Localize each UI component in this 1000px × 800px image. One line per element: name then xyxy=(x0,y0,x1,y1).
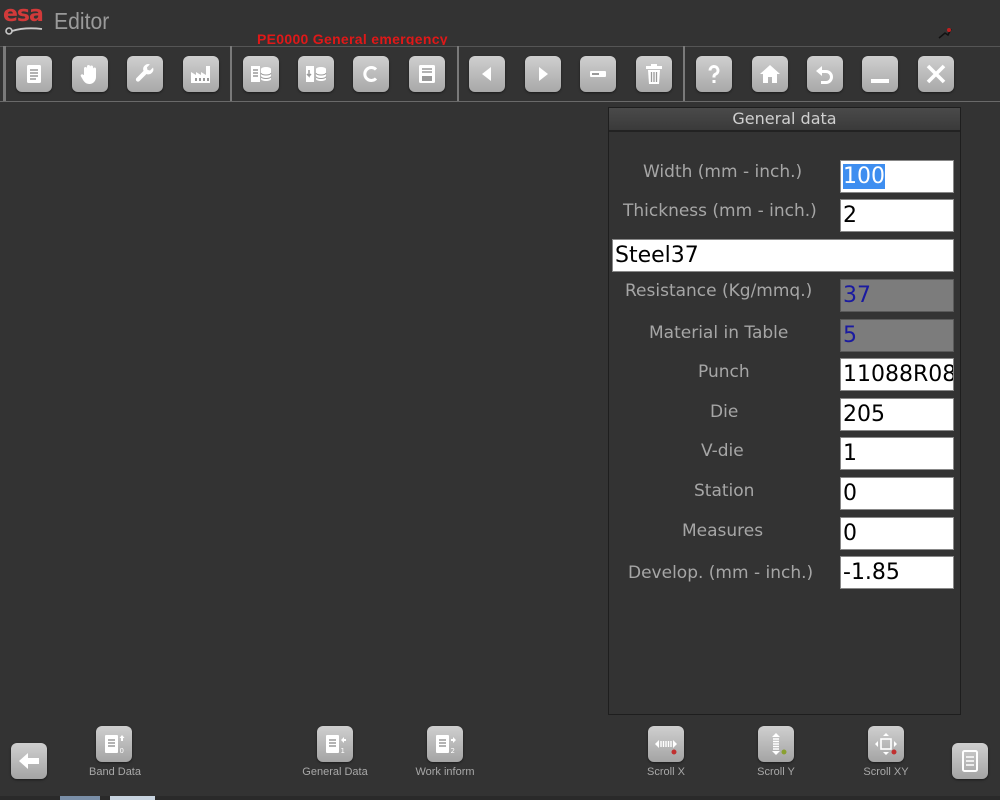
wrench-icon xyxy=(135,64,154,82)
station-label: Station xyxy=(694,481,755,501)
esa-logo: esa xyxy=(3,4,47,38)
scroll-y-icon xyxy=(772,733,787,755)
die-label: Die xyxy=(710,402,739,422)
develop-label: Develop. (mm - inch.) xyxy=(628,563,814,583)
remove-button[interactable] xyxy=(580,56,616,92)
minimize-button[interactable] xyxy=(862,56,898,92)
document-icon xyxy=(27,65,41,83)
material-in-table-field: 5 xyxy=(840,319,954,352)
arrow-left-icon xyxy=(482,67,491,81)
previous-button[interactable] xyxy=(469,56,505,92)
taskbar-segment xyxy=(110,796,155,800)
arrow-right-icon xyxy=(539,67,548,81)
taskbar-strip xyxy=(0,796,1000,800)
clear-c-icon xyxy=(363,66,378,82)
toolbar-separator xyxy=(230,46,232,102)
save-icon xyxy=(419,65,435,83)
punch-field[interactable]: 11088R08 xyxy=(840,358,954,391)
machine-button[interactable] xyxy=(183,56,219,92)
general-data-badge: 1 xyxy=(341,747,345,755)
band-data-icon: 0 xyxy=(105,735,125,755)
material-in-table-label: Material in Table xyxy=(649,323,789,343)
measures-field[interactable]: 0 xyxy=(840,517,954,550)
panel-title: General data xyxy=(609,108,960,132)
scroll-xy-button[interactable] xyxy=(868,726,904,762)
work-inform-button[interactable]: 2 xyxy=(427,726,463,762)
toolbar-separator xyxy=(3,46,6,102)
punch-label: Punch xyxy=(698,362,750,382)
save-button[interactable] xyxy=(409,56,445,92)
help-button[interactable] xyxy=(696,56,732,92)
factory-icon xyxy=(191,66,210,83)
database-button[interactable] xyxy=(243,56,279,92)
logo-text: esa xyxy=(3,2,44,27)
material-field[interactable]: Steel37 xyxy=(612,239,954,272)
scroll-xy-label: Scroll XY xyxy=(863,766,909,778)
band-data-badge: 0 xyxy=(120,747,124,755)
resistance-label: Resistance (Kg/mmq.) xyxy=(625,281,813,301)
band-data-button[interactable]: 0 xyxy=(96,726,132,762)
minus-icon xyxy=(590,71,606,77)
tools-button[interactable] xyxy=(127,56,163,92)
width-label: Width (mm - inch.) xyxy=(643,162,803,182)
close-button[interactable] xyxy=(918,56,954,92)
alarm-message[interactable]: PE0000 General emergency xyxy=(257,31,448,45)
toolbar-top-line xyxy=(0,46,1000,47)
next-button[interactable] xyxy=(525,56,561,92)
trash-icon xyxy=(646,64,662,84)
scroll-y-button[interactable] xyxy=(758,726,794,762)
thickness-field[interactable]: 2 xyxy=(840,199,954,232)
home-icon xyxy=(760,65,780,83)
undo-button[interactable] xyxy=(807,56,843,92)
logo-swoosh-icon xyxy=(5,27,43,35)
undo-icon xyxy=(816,66,833,84)
general-data-button[interactable]: 1 xyxy=(317,726,353,762)
scroll-y-label: Scroll Y xyxy=(757,766,795,778)
load-database-button[interactable] xyxy=(298,56,334,92)
toolbar-separator xyxy=(457,46,459,102)
scroll-x-button[interactable] xyxy=(648,726,684,762)
scroll-xy-icon xyxy=(875,733,897,755)
title-bar: esa Editor PE0000 General emergency xyxy=(0,0,1000,46)
general-data-panel: General data Width (mm - inch.) 100 Thic… xyxy=(608,107,961,715)
notes-icon xyxy=(962,750,978,772)
scroll-x-icon xyxy=(655,740,677,755)
back-button[interactable] xyxy=(11,743,47,779)
resistance-field: 37 xyxy=(840,279,954,312)
document-button[interactable] xyxy=(16,56,52,92)
toolbar-bottom-line xyxy=(0,101,1000,102)
work-inform-badge: 2 xyxy=(451,747,455,755)
width-field[interactable]: 100 xyxy=(840,160,954,193)
width-value: 100 xyxy=(843,164,885,189)
stack-db-icon xyxy=(251,66,272,82)
general-data-icon: 1 xyxy=(326,735,346,755)
toolbar-separator xyxy=(683,46,685,102)
develop-field[interactable]: -1.85 xyxy=(840,556,954,589)
taskbar-segment xyxy=(60,796,100,800)
clear-button[interactable] xyxy=(353,56,389,92)
app-title: Editor xyxy=(54,8,110,34)
minimize-icon xyxy=(871,79,889,83)
delete-button[interactable] xyxy=(636,56,672,92)
hand-icon xyxy=(80,65,96,84)
question-icon xyxy=(708,65,720,83)
v-die-label: V-die xyxy=(701,441,744,461)
thickness-label: Thickness (mm - inch.) xyxy=(623,201,817,221)
measures-label: Measures xyxy=(682,521,764,541)
resize-corner-icon xyxy=(938,28,952,39)
close-icon xyxy=(926,64,946,84)
notes-button[interactable] xyxy=(952,743,988,779)
manual-hand-button[interactable] xyxy=(72,56,108,92)
work-inform-label: Work inform xyxy=(415,766,475,778)
general-data-label: General Data xyxy=(302,766,368,778)
band-data-label: Band Data xyxy=(89,766,141,778)
home-button[interactable] xyxy=(752,56,788,92)
v-die-field[interactable]: 1 xyxy=(840,437,954,470)
work-inform-icon: 2 xyxy=(436,735,456,755)
station-field[interactable]: 0 xyxy=(840,477,954,510)
load-db-icon xyxy=(306,66,327,82)
scroll-x-label: Scroll X xyxy=(647,766,685,778)
arrow-back-icon xyxy=(19,753,39,769)
die-field[interactable]: 205 xyxy=(840,398,954,431)
